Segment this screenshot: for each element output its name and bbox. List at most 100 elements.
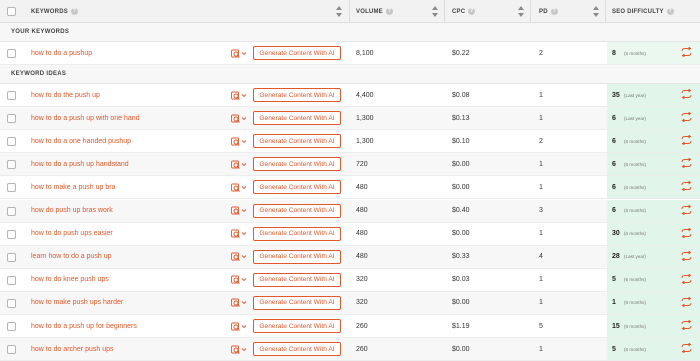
generate-content-button[interactable]: Generate Content With AI: [253, 180, 341, 195]
table-row[interactable]: how to do a push up with one hand Generat…: [0, 107, 700, 131]
row-checkbox[interactable]: [7, 49, 16, 58]
keyword-tools-icon[interactable]: [231, 114, 249, 123]
table-row[interactable]: learn how to do a push up Generate Conten…: [0, 245, 700, 269]
generate-content-button[interactable]: Generate Content With AI: [253, 272, 341, 287]
refresh-icon[interactable]: [681, 88, 692, 101]
table-row[interactable]: how to do knee push ups Generate Content …: [0, 268, 700, 292]
keyword-tools-icon[interactable]: [231, 49, 249, 58]
refresh-icon[interactable]: [681, 111, 692, 124]
volume-value: 320: [356, 276, 368, 284]
sort-volume-icon[interactable]: [432, 6, 438, 17]
info-icon[interactable]: ?: [550, 8, 558, 15]
keyword-tools-icon[interactable]: [231, 298, 249, 308]
row-checkbox[interactable]: [7, 229, 16, 239]
refresh-icon[interactable]: [681, 134, 692, 147]
table-row[interactable]: how to do archer push ups Generate Conten…: [0, 338, 700, 361]
refresh-icon[interactable]: [681, 342, 692, 355]
table-row[interactable]: how to do a one handed pushup Generate Co…: [0, 130, 700, 154]
keyword-tools-icon[interactable]: [231, 137, 249, 146]
refresh-icon[interactable]: [681, 46, 692, 59]
keyword-link[interactable]: how to do archer push ups: [31, 346, 114, 353]
generate-content-button[interactable]: Generate Content With AI: [253, 134, 341, 149]
keyword-link[interactable]: how to make push ups harder: [31, 299, 123, 306]
generate-content-button[interactable]: Generate Content With AI: [253, 203, 341, 218]
seo-difficulty-value: 8: [612, 49, 616, 57]
seo-difficulty-cell: 15 (6 months): [607, 315, 700, 337]
seo-difficulty-value: 15: [612, 322, 620, 330]
column-volume-label: VOLUME: [356, 8, 383, 15]
table-row[interactable]: how do push up bras work Generate Content…: [0, 199, 700, 223]
generate-content-button[interactable]: Generate Content With AI: [253, 295, 341, 310]
info-icon[interactable]: ?: [70, 8, 78, 15]
keyword-tools-icon[interactable]: [231, 252, 249, 262]
keyword-link[interactable]: how to do a push up for beginners: [31, 323, 137, 330]
table-row[interactable]: how to do push ups easier Generate Conten…: [0, 222, 700, 246]
info-icon[interactable]: ?: [468, 8, 476, 15]
keyword-tools-icon[interactable]: [231, 91, 249, 100]
refresh-icon[interactable]: [681, 296, 692, 309]
generate-content-button[interactable]: Generate Content With AI: [253, 226, 341, 241]
row-checkbox[interactable]: [7, 137, 16, 147]
row-checkbox[interactable]: [7, 206, 16, 216]
generate-content-button[interactable]: Generate Content With AI: [253, 249, 341, 264]
table-row[interactable]: how to do a pushup Generate Content With …: [0, 42, 700, 65]
refresh-icon[interactable]: [681, 273, 692, 286]
generate-content-button[interactable]: Generate Content With AI: [253, 157, 341, 172]
generate-content-button[interactable]: Generate Content With AI: [253, 111, 341, 126]
select-all-checkbox[interactable]: [7, 7, 16, 16]
refresh-icon[interactable]: [681, 250, 692, 263]
sort-keywords-icon[interactable]: [336, 6, 342, 17]
keyword-tools-icon[interactable]: [231, 275, 249, 285]
keyword-link[interactable]: how to do push ups easier: [31, 230, 113, 237]
keyword-tools-icon[interactable]: [231, 229, 249, 238]
table-row[interactable]: how to make a push up bra Generate Conten…: [0, 176, 700, 200]
generate-content-button[interactable]: Generate Content With AI: [253, 342, 341, 357]
keyword-link[interactable]: how to do knee push ups: [31, 276, 109, 283]
row-checkbox[interactable]: [7, 91, 16, 100]
row-checkbox[interactable]: [7, 345, 16, 355]
refresh-icon[interactable]: [681, 157, 692, 170]
table-row[interactable]: how to do the push up Generate Content Wi…: [0, 84, 700, 107]
keyword-tools-icon[interactable]: [231, 206, 249, 215]
row-checkbox[interactable]: [7, 160, 16, 170]
keyword-link[interactable]: how do push up bras work: [31, 207, 113, 214]
column-pd[interactable]: PD ?: [539, 0, 558, 23]
row-checkbox[interactable]: [7, 275, 16, 285]
column-volume[interactable]: VOLUME ?: [356, 0, 393, 23]
keyword-link[interactable]: how to do a pushup: [31, 50, 92, 57]
info-icon[interactable]: ?: [385, 8, 393, 15]
sort-pd-icon[interactable]: [593, 6, 599, 17]
keyword-link[interactable]: how to do a push up with one hand: [31, 115, 140, 122]
sort-cpc-icon[interactable]: [518, 6, 524, 17]
refresh-icon[interactable]: [681, 319, 692, 332]
keyword-link[interactable]: how to make a push up bra: [31, 184, 115, 191]
row-checkbox[interactable]: [7, 298, 16, 308]
cpc-value: $0.22: [452, 49, 470, 57]
keyword-tools-icon[interactable]: [231, 183, 249, 192]
row-checkbox[interactable]: [7, 252, 16, 262]
table-row[interactable]: how to do a push up handstand Generate Co…: [0, 153, 700, 177]
refresh-icon[interactable]: [681, 227, 692, 240]
keyword-link[interactable]: how to do a one handed pushup: [31, 138, 131, 145]
generate-content-button[interactable]: Generate Content With AI: [253, 88, 341, 102]
keyword-tools-icon[interactable]: [231, 160, 249, 169]
keyword-link[interactable]: learn how to do a push up: [31, 253, 112, 260]
generate-content-button[interactable]: Generate Content With AI: [253, 46, 341, 60]
row-checkbox[interactable]: [7, 322, 16, 331]
info-icon[interactable]: ?: [666, 8, 674, 15]
table-row[interactable]: how to do a push up for beginners Generat…: [0, 315, 700, 338]
table-row[interactable]: how to make push ups harder Generate Cont…: [0, 291, 700, 315]
keyword-tools-icon[interactable]: [231, 345, 249, 354]
generate-content-button[interactable]: Generate Content With AI: [253, 319, 341, 333]
cpc-value: $0.40: [452, 207, 470, 214]
keyword-tools-icon[interactable]: [231, 322, 249, 331]
column-keywords[interactable]: KEYWORDS ?: [31, 0, 78, 23]
keyword-link[interactable]: how to do a push up handstand: [31, 161, 129, 168]
column-cpc[interactable]: CPC ?: [452, 0, 476, 23]
refresh-icon[interactable]: [681, 180, 692, 193]
column-seo-difficulty[interactable]: SEO DIFFICULTY ?: [612, 0, 674, 23]
row-checkbox[interactable]: [7, 183, 16, 193]
refresh-icon[interactable]: [681, 204, 692, 217]
row-checkbox[interactable]: [7, 114, 16, 124]
keyword-link[interactable]: how to do the push up: [31, 92, 100, 99]
